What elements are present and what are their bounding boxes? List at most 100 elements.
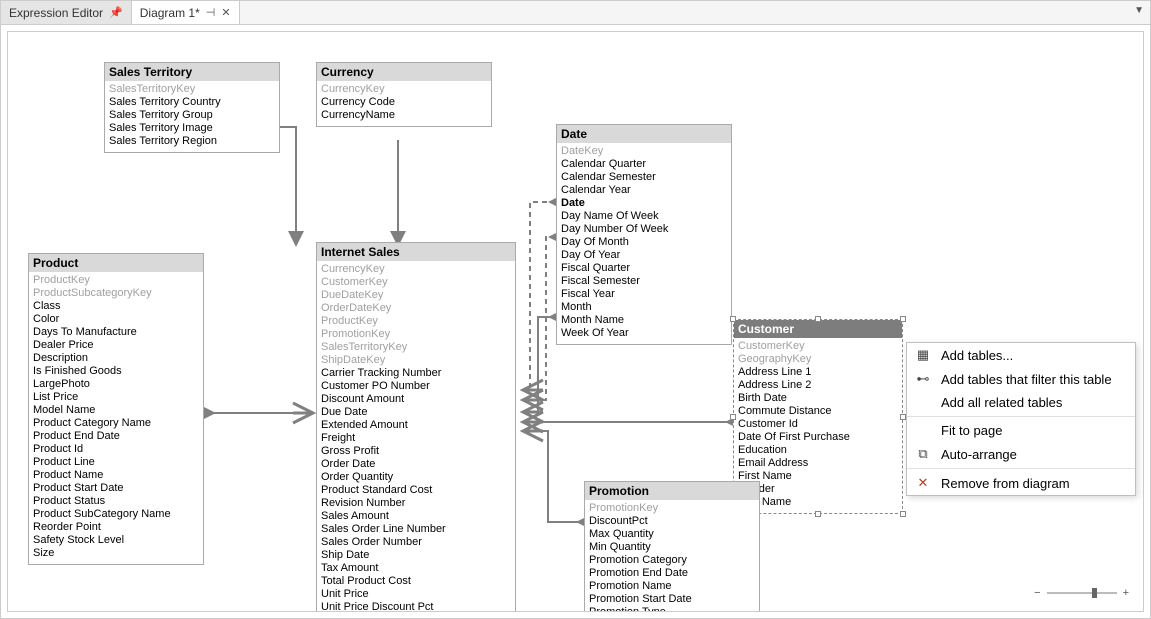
resize-handle[interactable] <box>815 316 821 322</box>
entity-field[interactable]: Fiscal Quarter <box>561 262 727 275</box>
entity-field[interactable]: Product Standard Cost <box>321 484 511 497</box>
entity-field[interactable]: Day Name Of Week <box>561 210 727 223</box>
entity-field[interactable]: Date Of First Purchase <box>738 431 898 444</box>
entity-field[interactable]: Customer Id <box>738 418 898 431</box>
menu-add-tables[interactable]: ▦ Add tables... <box>907 343 1135 367</box>
zoom-thumb[interactable] <box>1092 588 1097 598</box>
entity-field[interactable]: Model Name <box>33 404 199 417</box>
zoom-out-button[interactable]: − <box>1034 587 1040 599</box>
entity-field[interactable]: List Price <box>33 391 199 404</box>
entity-field[interactable]: CurrencyKey <box>321 83 487 96</box>
entity-field[interactable]: Day Of Year <box>561 249 727 262</box>
entity-field[interactable]: Calendar Year <box>561 184 727 197</box>
entity-field[interactable]: Sales Territory Country <box>109 96 275 109</box>
zoom-slider[interactable] <box>1047 592 1117 594</box>
entity-field[interactable]: Product End Date <box>33 430 199 443</box>
diagram-canvas[interactable]: Sales Territory SalesTerritoryKeySales T… <box>7 31 1144 612</box>
entity-field[interactable]: SalesTerritoryKey <box>109 83 275 96</box>
entity-field[interactable]: Product Id <box>33 443 199 456</box>
entity-field[interactable]: Product Name <box>33 469 199 482</box>
entity-field[interactable]: Product Start Date <box>33 482 199 495</box>
entity-field[interactable]: Reorder Point <box>33 521 199 534</box>
zoom-in-button[interactable]: + <box>1123 587 1129 599</box>
entity-field[interactable]: Revision Number <box>321 497 511 510</box>
entity-field[interactable]: LargePhoto <box>33 378 199 391</box>
menu-add-related[interactable]: Add all related tables <box>907 391 1135 414</box>
menu-remove[interactable]: ✕ Remove from diagram <box>907 471 1135 495</box>
menu-add-filter-tables[interactable]: ⊷ Add tables that filter this table <box>907 367 1135 391</box>
entity-field[interactable]: Product SubCategory Name <box>33 508 199 521</box>
entity-field[interactable]: Week Of Year <box>561 327 727 340</box>
tab-expression-editor[interactable]: Expression Editor 📌 <box>1 1 132 24</box>
entity-field[interactable]: Ship Date <box>321 549 511 562</box>
entity-field[interactable]: Freight <box>321 432 511 445</box>
entity-field[interactable]: PromotionKey <box>589 502 755 515</box>
entity-field[interactable]: Gross Profit <box>321 445 511 458</box>
entity-field[interactable]: Sales Territory Image <box>109 122 275 135</box>
entity-field[interactable]: Month Name <box>561 314 727 327</box>
entity-field[interactable]: Order Date <box>321 458 511 471</box>
entity-field[interactable]: Discount Amount <box>321 393 511 406</box>
entity-field[interactable]: Min Quantity <box>589 541 755 554</box>
entity-field[interactable]: Dealer Price <box>33 339 199 352</box>
entity-field[interactable]: CurrencyKey <box>321 263 511 276</box>
entity-field[interactable]: Extended Amount <box>321 419 511 432</box>
entity-field[interactable]: Class <box>33 300 199 313</box>
entity-field[interactable]: Sales Territory Group <box>109 109 275 122</box>
entity-field[interactable]: Sales Order Number <box>321 536 511 549</box>
entity-field[interactable]: Max Quantity <box>589 528 755 541</box>
entity-internet-sales[interactable]: Internet Sales CurrencyKeyCustomerKeyDue… <box>316 242 516 612</box>
entity-field[interactable]: Customer PO Number <box>321 380 511 393</box>
menu-fit-page[interactable]: Fit to page <box>907 419 1135 442</box>
entity-field[interactable]: Product Line <box>33 456 199 469</box>
resize-handle[interactable] <box>730 316 736 322</box>
entity-field[interactable]: Is Finished Goods <box>33 365 199 378</box>
entity-field[interactable]: Fiscal Semester <box>561 275 727 288</box>
resize-handle[interactable] <box>815 511 821 517</box>
entity-promotion[interactable]: Promotion PromotionKeyDiscountPctMax Qua… <box>584 481 760 612</box>
entity-field[interactable]: Tax Amount <box>321 562 511 575</box>
entity-currency[interactable]: Currency CurrencyKeyCurrency CodeCurrenc… <box>316 62 492 127</box>
pin-icon[interactable]: ⊣ <box>206 6 216 19</box>
resize-handle[interactable] <box>730 414 736 420</box>
tab-diagram-1[interactable]: Diagram 1* ⊣ ✕ <box>132 1 240 24</box>
entity-field[interactable]: Fiscal Year <box>561 288 727 301</box>
entity-field[interactable]: Promotion Type <box>589 606 755 612</box>
entity-field[interactable]: Last Name <box>738 496 898 509</box>
entity-field[interactable]: Description <box>33 352 199 365</box>
menu-auto-arrange[interactable]: ⧉ Auto-arrange <box>907 442 1135 466</box>
entity-field[interactable]: Commute Distance <box>738 405 898 418</box>
entity-field[interactable]: Safety Stock Level <box>33 534 199 547</box>
entity-field[interactable]: Sales Territory Region <box>109 135 275 148</box>
entity-field[interactable]: Unit Price <box>321 588 511 601</box>
entity-field[interactable]: PromotionKey <box>321 328 511 341</box>
entity-field[interactable]: Due Date <box>321 406 511 419</box>
entity-field[interactable]: Promotion Category <box>589 554 755 567</box>
pin-icon[interactable]: 📌 <box>109 6 123 19</box>
entity-field[interactable]: Sales Amount <box>321 510 511 523</box>
entity-field[interactable]: Education <box>738 444 898 457</box>
entity-field[interactable]: Gender <box>738 483 898 496</box>
entity-field[interactable]: Day Of Month <box>561 236 727 249</box>
entity-field[interactable]: Currency Code <box>321 96 487 109</box>
entity-field[interactable]: Unit Price Discount Pct <box>321 601 511 612</box>
entity-field[interactable]: OrderDateKey <box>321 302 511 315</box>
entity-sales-territory[interactable]: Sales Territory SalesTerritoryKeySales T… <box>104 62 280 153</box>
entity-field[interactable]: Email Address <box>738 457 898 470</box>
entity-field[interactable]: ProductKey <box>33 274 199 287</box>
entity-field[interactable]: Carrier Tracking Number <box>321 367 511 380</box>
entity-field[interactable]: ShipDateKey <box>321 354 511 367</box>
entity-field[interactable]: Address Line 2 <box>738 379 898 392</box>
entity-field[interactable]: Day Number Of Week <box>561 223 727 236</box>
entity-field[interactable]: Total Product Cost <box>321 575 511 588</box>
entity-field[interactable]: Promotion Start Date <box>589 593 755 606</box>
entity-field[interactable]: Order Quantity <box>321 471 511 484</box>
entity-field[interactable]: DueDateKey <box>321 289 511 302</box>
entity-field[interactable]: Days To Manufacture <box>33 326 199 339</box>
entity-field[interactable]: Color <box>33 313 199 326</box>
entity-field[interactable]: SalesTerritoryKey <box>321 341 511 354</box>
entity-product[interactable]: Product ProductKeyProductSubcategoryKeyC… <box>28 253 204 565</box>
resize-handle[interactable] <box>900 511 906 517</box>
entity-date[interactable]: Date DateKeyCalendar QuarterCalendar Sem… <box>556 124 732 345</box>
close-icon[interactable]: ✕ <box>221 6 230 19</box>
